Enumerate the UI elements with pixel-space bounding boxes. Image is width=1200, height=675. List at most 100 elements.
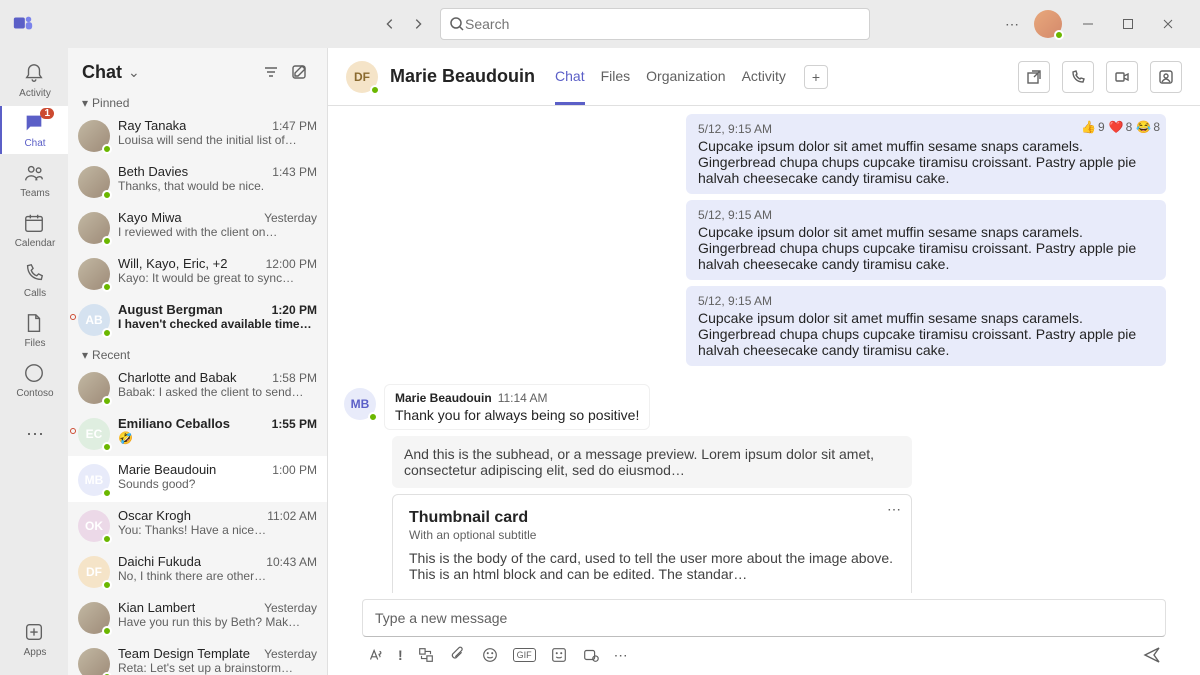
sticker-button[interactable] — [550, 646, 568, 664]
chat-list-item[interactable]: OKOscar Krogh11:02 AMYou: Thanks! Have a… — [68, 502, 327, 548]
minimize-button[interactable] — [1068, 8, 1108, 40]
presence-icon — [1054, 30, 1064, 40]
add-tab-button[interactable]: + — [804, 65, 828, 89]
filter-button[interactable] — [257, 58, 285, 86]
chat-preview: You: Thanks! Have a nice… — [118, 523, 317, 537]
message-text: Cupcake ipsum dolor sit amet muffin sesa… — [698, 138, 1136, 186]
message-reactions[interactable]: 👍9 ❤️8 😂8 — [1081, 120, 1160, 134]
rail-calls[interactable]: Calls — [0, 256, 68, 304]
chat-list-item[interactable]: Will, Kayo, Eric, +212:00 PMKayo: It wou… — [68, 250, 327, 296]
chat-preview: I reviewed with the client on… — [118, 225, 317, 239]
chat-list-title: Chat — [82, 62, 122, 83]
user-avatar[interactable] — [1034, 10, 1062, 38]
video-call-button[interactable] — [1106, 61, 1138, 93]
chat-preview: Babak: I asked the client to send… — [118, 385, 317, 399]
chat-list-item[interactable]: ECEmiliano Ceballos1:55 PM🤣 — [68, 410, 327, 456]
audio-call-button[interactable] — [1062, 61, 1094, 93]
sent-message[interactable]: 5/12, 9:15 AM Cupcake ipsum dolor sit am… — [686, 286, 1166, 366]
tab-organization[interactable]: Organization — [646, 68, 725, 105]
apps-icon — [23, 621, 47, 645]
attach-button[interactable] — [449, 646, 467, 664]
gif-button[interactable]: GIF — [513, 648, 536, 662]
chat-avatar — [78, 602, 110, 634]
section-recent[interactable]: ▾Recent — [68, 342, 327, 364]
file-icon — [23, 312, 47, 336]
close-button[interactable] — [1148, 8, 1188, 40]
approvals-button[interactable] — [417, 646, 435, 664]
back-button[interactable] — [376, 10, 404, 38]
section-pinned[interactable]: ▾Pinned — [68, 90, 327, 112]
chat-name: August Bergman — [118, 302, 223, 317]
rail-apps[interactable]: Apps — [0, 615, 68, 663]
maximize-button[interactable] — [1108, 8, 1148, 40]
chat-time: 1:58 PM — [272, 371, 317, 385]
message-timestamp: 11:14 AM — [498, 391, 548, 405]
rail-activity[interactable]: Activity — [0, 56, 68, 104]
chat-list-item[interactable]: Beth Davies1:43 PMThanks, that would be … — [68, 158, 327, 204]
priority-button[interactable]: ! — [398, 647, 403, 663]
rail-more[interactable]: ⋯ — [0, 410, 68, 458]
presence-icon — [102, 282, 112, 292]
more-button[interactable]: ⋯ — [614, 647, 628, 664]
presence-icon — [102, 190, 112, 200]
card-more-button[interactable]: ⋯ — [887, 501, 901, 518]
rail-chat[interactable]: 1 Chat — [0, 106, 68, 154]
tab-activity[interactable]: Activity — [742, 68, 786, 105]
chat-avatar: AB — [78, 304, 110, 336]
new-chat-button[interactable] — [285, 58, 313, 86]
stream-button[interactable] — [582, 646, 600, 664]
chat-name: Emiliano Ceballos — [118, 416, 230, 431]
sender-avatar: MB — [344, 388, 376, 420]
chat-avatar: DF — [78, 556, 110, 588]
phone-icon — [23, 262, 47, 286]
more-options-button[interactable]: ⋯ — [996, 16, 1028, 33]
rail-calendar[interactable]: Calendar — [0, 206, 68, 254]
conversation-title: Marie Beaudouin — [390, 66, 535, 87]
send-button[interactable] — [1142, 645, 1162, 665]
app-rail: Activity 1 Chat Teams Calendar Calls Fil… — [0, 48, 68, 675]
received-message[interactable]: Marie Beaudouin11:14 AM Thank you for al… — [384, 384, 650, 430]
tab-files[interactable]: Files — [601, 68, 631, 105]
rail-contoso[interactable]: Contoso — [0, 356, 68, 404]
chat-list-item[interactable]: DFDaichi Fukuda10:43 AMNo, I think there… — [68, 548, 327, 594]
chat-time: 1:20 PM — [272, 303, 317, 317]
chat-name: Marie Beaudouin — [118, 462, 216, 477]
search-input[interactable] — [465, 16, 861, 32]
chat-list-item[interactable]: Kayo MiwaYesterdayI reviewed with the cl… — [68, 204, 327, 250]
emoji-button[interactable] — [481, 646, 499, 664]
tab-chat[interactable]: Chat — [555, 68, 585, 105]
chat-name: Ray Tanaka — [118, 118, 186, 133]
rail-teams[interactable]: Teams — [0, 156, 68, 204]
chat-list-item[interactable]: Kian LambertYesterdayHave you run this b… — [68, 594, 327, 640]
presence-icon — [102, 534, 112, 544]
more-icon: ⋯ — [23, 422, 47, 446]
sent-message[interactable]: 5/12, 9:15 AM Cupcake ipsum dolor sit am… — [686, 200, 1166, 280]
chat-name: Kayo Miwa — [118, 210, 182, 225]
composer-input[interactable]: Type a new message — [362, 599, 1166, 637]
chat-list-item[interactable]: Charlotte and Babak1:58 PMBabak: I asked… — [68, 364, 327, 410]
format-button[interactable] — [366, 646, 384, 664]
rail-files[interactable]: Files — [0, 306, 68, 354]
chat-preview: Thanks, that would be nice. — [118, 179, 317, 193]
presence-icon — [102, 580, 112, 590]
chat-list-item[interactable]: MBMarie Beaudouin1:00 PMSounds good? — [68, 456, 327, 502]
rail-label: Chat — [24, 138, 45, 149]
chat-name: Will, Kayo, Eric, +2 — [118, 256, 227, 271]
chat-time: 1:43 PM — [272, 165, 317, 179]
chat-list-item[interactable]: Ray Tanaka1:47 PMLouisa will send the in… — [68, 112, 327, 158]
title-bar: ⋯ — [0, 0, 1200, 48]
sent-message[interactable]: 👍9 ❤️8 😂8 5/12, 9:15 AM Cupcake ipsum do… — [686, 114, 1166, 194]
search-box[interactable] — [440, 8, 870, 40]
message-timestamp: 5/12, 9:15 AM — [698, 294, 1154, 308]
app-icon — [23, 362, 47, 386]
people-button[interactable] — [1150, 61, 1182, 93]
chat-time: Yesterday — [264, 647, 317, 661]
chat-time: 1:55 PM — [272, 417, 317, 431]
card-title: Thumbnail card — [409, 509, 895, 527]
popout-button[interactable] — [1018, 61, 1050, 93]
chat-avatar: MB — [78, 464, 110, 496]
chevron-down-icon[interactable]: ⌄ — [128, 64, 140, 81]
chat-list-item[interactable]: Team Design TemplateYesterdayReta: Let's… — [68, 640, 327, 675]
forward-button[interactable] — [404, 10, 432, 38]
chat-list-item[interactable]: ABAugust Bergman1:20 PMI haven't checked… — [68, 296, 327, 342]
